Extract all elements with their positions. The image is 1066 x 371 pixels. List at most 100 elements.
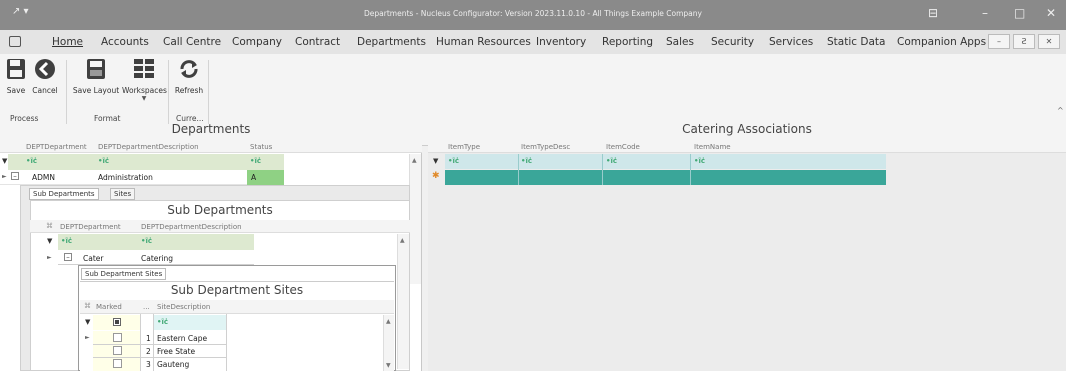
menu-static-data[interactable]: Static Data	[827, 36, 885, 48]
tab-sites[interactable]: Sites	[110, 188, 136, 200]
filter-checkbox[interactable]	[113, 318, 121, 326]
scroll-up-icon[interactable]: ▲	[386, 318, 391, 325]
ribbon-separator	[66, 60, 67, 124]
new-item-row[interactable]	[445, 170, 886, 185]
refresh-label: Refresh	[174, 86, 204, 95]
filter-icon[interactable]: •ĩċ	[606, 157, 617, 165]
scroll-up-icon[interactable]: ▲	[400, 237, 405, 244]
col-item-type[interactable]: ItemType	[448, 143, 480, 151]
site-index-cell: 2	[146, 347, 151, 356]
filter-funnel-icon: ▼	[2, 157, 8, 165]
departments-scrollbar[interactable]	[409, 154, 421, 284]
cancel-button[interactable]: Cancel	[29, 58, 61, 95]
menu-call-centre[interactable]: Call Centre	[163, 36, 221, 48]
filter-icon[interactable]: •ĩċ	[26, 157, 37, 165]
mdi-restore-button[interactable]: Ƨ	[1013, 34, 1035, 49]
minimize-button[interactable]: –	[982, 6, 988, 20]
scroll-up-icon[interactable]: ▲	[412, 157, 417, 164]
col-item-name[interactable]: ItemName	[694, 143, 731, 151]
sub-dept-description-cell[interactable]: Catering	[141, 254, 173, 263]
sub-departments-title: Sub Departments	[167, 203, 273, 217]
window-title: Departments - Nucleus Configurator: Vers…	[364, 9, 702, 18]
menu-companion-apps[interactable]: Companion Apps	[897, 36, 986, 48]
marked-checkbox[interactable]	[113, 346, 122, 355]
mdi-minimize-button[interactable]: –	[988, 34, 1010, 49]
col-sub-dept-department[interactable]: DEPTDepartment	[60, 223, 121, 231]
refresh-button[interactable]: Refresh	[172, 58, 206, 95]
catering-filter-row[interactable]	[445, 154, 886, 169]
row-indicator-icon: ►	[2, 173, 7, 180]
scroll-down-icon[interactable]: ▼	[386, 362, 391, 369]
cancel-label: Cancel	[32, 86, 58, 95]
site-description-cell[interactable]: Eastern Cape	[157, 334, 207, 343]
col-item-code[interactable]: ItemCode	[606, 143, 640, 151]
marked-checkbox[interactable]	[113, 333, 122, 342]
sub-dept-code-cell[interactable]: Cater	[83, 254, 103, 263]
ribbon-collapse-icon[interactable]: ^	[1057, 106, 1064, 115]
menu-reporting[interactable]: Reporting	[602, 36, 653, 48]
menu-departments[interactable]: Departments	[357, 36, 426, 48]
save-layout-icon	[87, 59, 105, 79]
menu-sales[interactable]: Sales	[666, 36, 694, 48]
workspaces-button[interactable]: Workspaces ▼	[122, 58, 167, 102]
filter-icon[interactable]: •ĩċ	[98, 157, 109, 165]
expand-collapse-icon[interactable]: –	[64, 253, 72, 261]
sub-departments-filter-row[interactable]	[58, 234, 254, 250]
save-layout-button[interactable]: Save Layout	[70, 58, 122, 95]
column-chooser-icon[interactable]: ⌘	[46, 222, 53, 230]
mdi-close-button[interactable]: ✕	[1038, 34, 1060, 49]
col-site-description[interactable]: SiteDescription	[157, 303, 210, 311]
chevron-down-icon: ▼	[141, 95, 147, 102]
menu-security[interactable]: Security	[711, 36, 754, 48]
refresh-icon	[180, 60, 198, 78]
app-menu-icon[interactable]	[9, 36, 21, 47]
dept-description-cell[interactable]: Administration	[98, 173, 153, 182]
col-marked[interactable]: Marked	[96, 303, 122, 311]
save-layout-label: Save Layout	[72, 86, 120, 95]
tab-sub-department-sites[interactable]: Sub Department Sites	[81, 268, 167, 280]
row-indicator-icon: ►	[47, 254, 52, 261]
tab-sub-departments[interactable]: Sub Departments	[29, 188, 99, 200]
save-button[interactable]: Save	[4, 58, 28, 95]
restore-panel-icon[interactable]: ⊟	[928, 6, 938, 20]
menu-inventory[interactable]: Inventory	[536, 36, 586, 48]
close-button[interactable]: ✕	[1046, 6, 1056, 20]
filter-icon[interactable]: •ĩċ	[448, 157, 459, 165]
menu-home[interactable]: Home	[52, 36, 83, 48]
filter-icon[interactable]: •ĩċ	[61, 237, 72, 245]
filter-funnel-icon: ▼	[433, 157, 439, 165]
menu-bar: Home Accounts Call Centre Company Contra…	[0, 30, 1066, 54]
menu-human-resources[interactable]: Human Resources	[436, 36, 531, 48]
site-description-cell[interactable]: Free State	[157, 347, 195, 356]
menu-company[interactable]: Company	[232, 36, 282, 48]
col-dept-department[interactable]: DEPTDepartment	[26, 143, 87, 151]
marked-checkbox[interactable]	[113, 359, 122, 368]
menu-accounts[interactable]: Accounts	[101, 36, 149, 48]
dept-code-cell[interactable]: ADMN	[32, 173, 55, 182]
site-index-cell: 3	[146, 360, 151, 369]
site-description-cell[interactable]: Gauteng	[157, 360, 189, 369]
col-dept-description[interactable]: DEPTDepartmentDescription	[98, 143, 199, 151]
site-index-cell: 1	[146, 334, 151, 343]
col-item-type-desc[interactable]: ItemTypeDesc	[521, 143, 570, 151]
filter-icon[interactable]: •ĩċ	[521, 157, 532, 165]
filter-icon[interactable]: •ĩċ	[157, 318, 168, 326]
col-index[interactable]: ...	[143, 303, 150, 311]
sites-header-row	[80, 300, 394, 314]
menu-contract[interactable]: Contract	[295, 36, 340, 48]
maximize-button[interactable]: □	[1014, 6, 1025, 20]
departments-filter-row[interactable]	[8, 154, 284, 170]
col-status[interactable]: Status	[250, 143, 272, 151]
sub-departments-scrollbar[interactable]	[397, 234, 409, 369]
status-cell[interactable]: A	[251, 173, 256, 182]
ribbon-separator	[208, 60, 209, 124]
menu-services[interactable]: Services	[769, 36, 813, 48]
row-indicator-icon: ►	[85, 334, 90, 341]
col-sub-dept-description[interactable]: DEPTDepartmentDescription	[141, 223, 242, 231]
expand-collapse-icon[interactable]: –	[11, 172, 19, 180]
sub-department-sites-title: Sub Department Sites	[170, 283, 304, 297]
filter-icon[interactable]: •ĩċ	[141, 237, 152, 245]
filter-icon[interactable]: •ĩċ	[694, 157, 705, 165]
column-chooser-icon[interactable]: ⌘	[84, 302, 91, 310]
filter-icon[interactable]: •ĩċ	[250, 157, 261, 165]
